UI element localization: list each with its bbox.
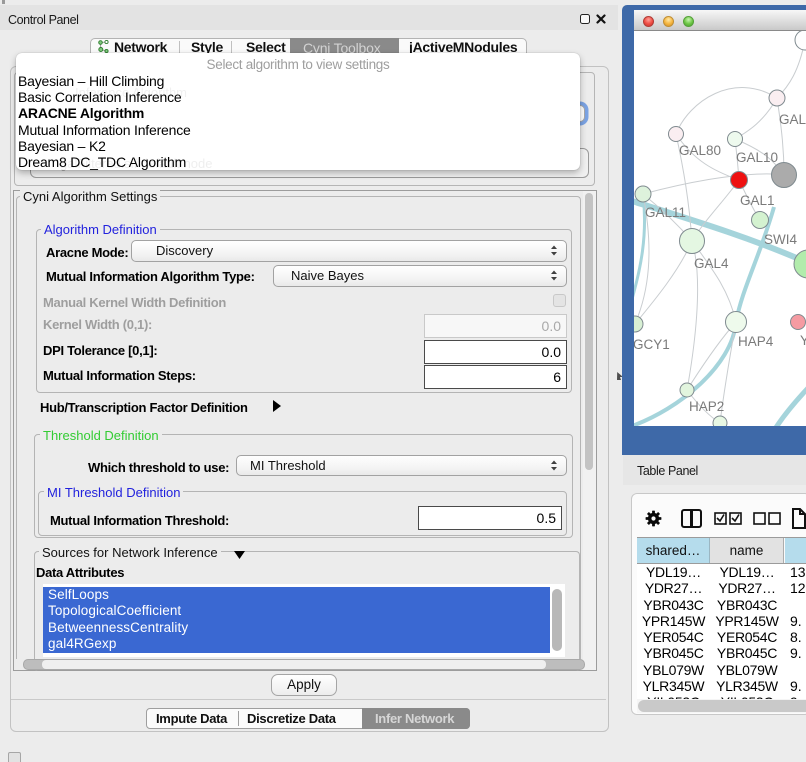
svg-text:Y: Y xyxy=(800,333,806,348)
svg-text:GAL4: GAL4 xyxy=(694,256,729,271)
svg-text:HAP2: HAP2 xyxy=(689,399,724,414)
svg-text:SWI4: SWI4 xyxy=(764,232,797,247)
svg-text:HAP4: HAP4 xyxy=(738,334,774,349)
svg-text:GAL1: GAL1 xyxy=(740,193,775,208)
svg-text:GCY1: GCY1 xyxy=(634,337,670,352)
svg-text:GAL10: GAL10 xyxy=(736,150,778,165)
svg-text:GAL80: GAL80 xyxy=(679,143,721,158)
svg-text:GAL11: GAL11 xyxy=(645,205,686,220)
svg-text:GAL: GAL xyxy=(779,112,806,127)
